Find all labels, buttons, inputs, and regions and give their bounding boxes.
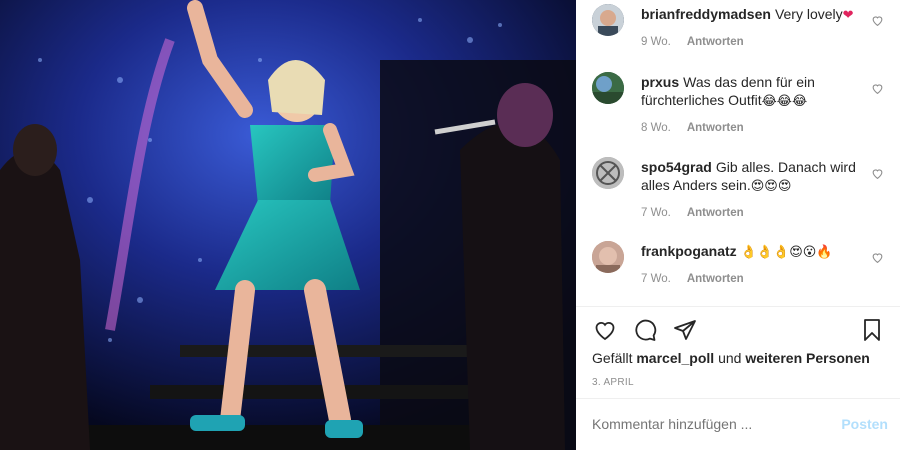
- user-avatar-icon: [592, 72, 624, 104]
- comment-age: 7 Wo.: [641, 207, 671, 219]
- comment-text: brianfreddymadsen Very lovely❤: [641, 5, 867, 25]
- comment-emoji: 😍😍😍: [750, 179, 792, 194]
- likes-conj: und: [718, 350, 742, 366]
- user-avatar-icon: [592, 241, 624, 273]
- reply-button[interactable]: Antworten: [687, 207, 744, 219]
- comments-panel: brianfreddymadsen Very lovely❤ 9 Wo. Antwo…: [576, 0, 900, 450]
- comment-age: 9 Wo.: [641, 36, 671, 48]
- heart-icon[interactable]: [871, 82, 884, 95]
- heart-icon[interactable]: [592, 318, 618, 342]
- comment-item: brianfreddymadsen Very lovely❤ 9 Wo. Antwo…: [592, 4, 884, 64]
- comment-username[interactable]: frankpoganatz: [641, 243, 737, 259]
- comment-body: Very lovely: [774, 6, 843, 22]
- avatar[interactable]: [592, 72, 624, 104]
- comment-username[interactable]: brianfreddymadsen: [641, 6, 771, 22]
- reply-button[interactable]: Antworten: [687, 122, 744, 134]
- divider: [576, 306, 900, 307]
- comment-text: frankpoganatz 👌👌👌😍😮🔥: [641, 242, 867, 262]
- post-actions: [592, 316, 884, 344]
- avatar[interactable]: [592, 157, 624, 189]
- likes-others-link[interactable]: weiteren Personen: [745, 350, 870, 366]
- comment-emoji: ❤: [842, 8, 854, 23]
- divider: [576, 398, 900, 399]
- heart-icon[interactable]: [871, 167, 884, 180]
- reply-button[interactable]: Antworten: [687, 273, 744, 285]
- post-photo[interactable]: [0, 0, 576, 450]
- share-icon[interactable]: [672, 318, 698, 342]
- comment-emoji: 👌👌👌😍😮🔥: [740, 245, 833, 260]
- avatar[interactable]: [592, 4, 624, 36]
- post-date: 3. APRIL: [592, 377, 634, 388]
- comment-input[interactable]: [592, 416, 822, 432]
- likes-user[interactable]: marcel_poll: [636, 350, 714, 366]
- comment-meta: 7 Wo. Antworten: [641, 273, 760, 285]
- heart-icon[interactable]: [871, 14, 884, 27]
- avatar[interactable]: [592, 241, 624, 273]
- comment-item: prxus Was das denn für ein fürchterliches…: [592, 72, 884, 142]
- concert-photo: [0, 0, 576, 450]
- heart-icon[interactable]: [871, 251, 884, 264]
- comment-meta: 9 Wo. Antworten: [641, 36, 760, 48]
- likes-line: Gefällt marcel_poll und weiteren Persone…: [592, 350, 870, 366]
- comment-item: frankpoganatz 👌👌👌😍😮🔥 7 Wo. Antworten: [592, 241, 884, 291]
- comment-meta: 8 Wo. Antworten: [641, 122, 760, 134]
- comment-emoji: 😂😂😂: [761, 94, 808, 109]
- user-avatar-icon: [592, 157, 624, 189]
- comment-username[interactable]: prxus: [641, 74, 679, 90]
- user-avatar-icon: [592, 4, 624, 36]
- comment-username[interactable]: spo54grad: [641, 159, 712, 175]
- comment-meta: 7 Wo. Antworten: [641, 207, 760, 219]
- comment-icon[interactable]: [632, 318, 658, 342]
- comment-item: spo54grad Gib alles. Danach wird alles An…: [592, 157, 884, 227]
- likes-prefix: Gefällt: [592, 350, 633, 366]
- comment-age: 7 Wo.: [641, 273, 671, 285]
- bookmark-icon[interactable]: [860, 318, 884, 342]
- comment-text: spo54grad Gib alles. Danach wird alles An…: [641, 158, 867, 196]
- post-button[interactable]: Posten: [841, 416, 888, 432]
- comment-age: 8 Wo.: [641, 122, 671, 134]
- comment-text: prxus Was das denn für ein fürchterliches…: [641, 73, 867, 111]
- reply-button[interactable]: Antworten: [687, 36, 744, 48]
